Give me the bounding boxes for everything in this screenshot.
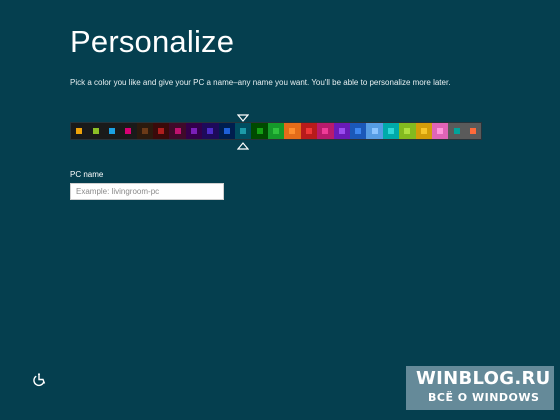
color-swatch-18[interactable] [349, 123, 367, 139]
color-chip [437, 128, 444, 134]
color-swatch-24[interactable] [448, 123, 465, 139]
color-chip [322, 128, 329, 134]
color-swatch-25[interactable] [464, 123, 482, 139]
color-chip [273, 128, 280, 134]
color-chip [469, 128, 476, 134]
color-swatch-16[interactable] [317, 123, 334, 139]
color-chip [355, 128, 362, 134]
page-title: Personalize [70, 24, 235, 59]
color-chip [158, 128, 165, 134]
color-swatch-3[interactable] [103, 123, 121, 139]
color-chip [207, 128, 214, 134]
color-chip [420, 128, 427, 134]
color-chip [453, 128, 460, 134]
pc-name-label: PC name [70, 170, 104, 179]
color-swatch-10[interactable] [218, 123, 236, 139]
color-swatch-11[interactable] [235, 123, 252, 139]
watermark-sub-text: ВСЁ О WINDOWS [428, 391, 540, 404]
selected-color-marker-bottom-icon [237, 142, 249, 150]
color-swatch-20[interactable] [382, 123, 400, 139]
watermark-main-text: WINBLOG.RU [416, 368, 551, 389]
color-swatch-2[interactable] [87, 123, 104, 139]
color-swatch-12[interactable] [251, 123, 268, 139]
color-chip [141, 128, 148, 134]
page-subtitle: Pick a color you like and give your PC a… [70, 78, 451, 87]
color-swatch-7[interactable] [169, 123, 186, 139]
color-swatch-23[interactable] [431, 123, 449, 139]
color-chip [240, 128, 247, 134]
color-swatch-22[interactable] [415, 123, 432, 139]
color-swatch-1[interactable] [71, 123, 88, 139]
color-chip [191, 128, 198, 134]
color-chip [109, 128, 116, 134]
color-swatch-8[interactable] [185, 123, 203, 139]
color-swatch-13[interactable] [267, 123, 285, 139]
color-chip [338, 128, 345, 134]
watermark-logo: WINBLOG.RU ВСЁ О WINDOWS [406, 366, 554, 410]
color-chip [371, 128, 378, 134]
color-chip [125, 128, 132, 134]
color-chip [92, 128, 99, 134]
color-swatch-21[interactable] [399, 123, 416, 139]
color-chip [174, 128, 181, 134]
color-swatch-17[interactable] [333, 123, 350, 139]
color-chip [305, 128, 312, 134]
color-swatch-5[interactable] [136, 123, 154, 139]
color-chip [223, 128, 230, 134]
pc-name-input[interactable] [70, 183, 224, 200]
color-chip [76, 128, 83, 134]
ease-of-access-icon[interactable] [32, 373, 46, 387]
color-swatch-19[interactable] [366, 123, 383, 139]
color-swatch-4[interactable] [120, 123, 137, 139]
color-chip [404, 128, 411, 134]
color-swatch-15[interactable] [300, 123, 318, 139]
color-swatch-6[interactable] [153, 123, 170, 139]
color-swatch-9[interactable] [202, 123, 219, 139]
color-picker[interactable] [70, 122, 482, 140]
selected-color-marker-top-icon [237, 114, 249, 122]
color-chip [387, 128, 394, 134]
color-swatch-14[interactable] [284, 123, 301, 139]
color-chip [289, 128, 296, 134]
color-chip [256, 128, 263, 134]
